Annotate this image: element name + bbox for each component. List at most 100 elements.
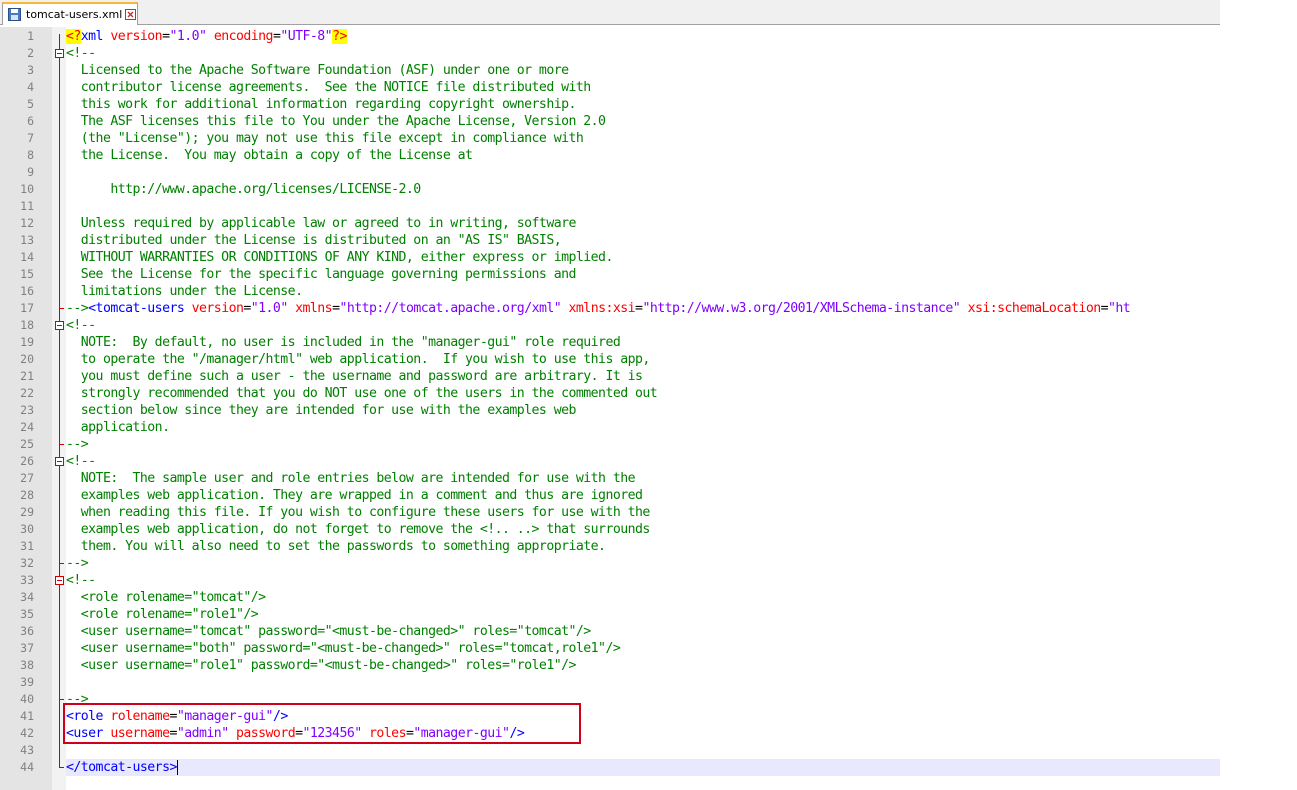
line-number: 11 bbox=[20, 199, 34, 213]
line-number: 12 bbox=[20, 216, 34, 230]
code-token: --> bbox=[66, 437, 89, 452]
line-number: 40 bbox=[20, 692, 34, 706]
current-line-highlight bbox=[66, 759, 1220, 776]
code-line: See the License for the specific languag… bbox=[66, 266, 577, 283]
code-line: NOTE: The sample user and role entries b… bbox=[66, 470, 636, 487]
code-token: strongly recommended that you do NOT use… bbox=[66, 386, 658, 401]
code-token: section below since they are intended fo… bbox=[66, 403, 577, 418]
line-number: 37 bbox=[20, 641, 34, 655]
line-number: 23 bbox=[20, 403, 34, 417]
fold-toggle-icon[interactable] bbox=[55, 457, 64, 466]
line-number: 20 bbox=[20, 352, 34, 366]
line-number: 33 bbox=[20, 573, 34, 587]
code-token: examples web application. They are wrapp… bbox=[66, 488, 643, 503]
code-line: this work for additional information reg… bbox=[66, 96, 577, 113]
line-number: 31 bbox=[20, 539, 34, 553]
code-token: "UTF-8" bbox=[280, 29, 333, 44]
file-tab[interactable]: tomcat-users.xml bbox=[2, 2, 138, 25]
code-token: Licensed to the Apache Software Foundati… bbox=[66, 63, 569, 78]
code-line: <!-- bbox=[66, 317, 96, 334]
code-token: <!-- bbox=[66, 318, 96, 333]
code-token: xmlns bbox=[295, 301, 333, 316]
code-token: version bbox=[191, 301, 244, 316]
fold-toggle-icon[interactable] bbox=[55, 576, 64, 585]
code-token: ?> bbox=[332, 29, 347, 44]
code-line: <!-- bbox=[66, 572, 96, 589]
fold-line bbox=[59, 58, 60, 308]
fold-toggle-icon[interactable] bbox=[55, 49, 64, 58]
code-token: (the "License"); you may not use this fi… bbox=[66, 131, 584, 146]
code-line: strongly recommended that you do NOT use… bbox=[66, 385, 658, 402]
line-number: 15 bbox=[20, 267, 34, 281]
empty-area bbox=[1220, 0, 1297, 790]
code-line: <?xml version="1.0" encoding="UTF-8"?> bbox=[66, 28, 347, 45]
code-text-area[interactable]: <?xml version="1.0" encoding="UTF-8"?> <!… bbox=[66, 27, 1220, 790]
line-number-gutter: 1 2 3 4 5 6 7 8 9 10 11 12 13 14 15 16 17 18 19 20 21 22 23 24 2… bbox=[0, 27, 52, 790]
code-line: http://www.apache.org/licenses/LICENSE-2… bbox=[66, 181, 421, 198]
line-number: 42 bbox=[20, 726, 34, 740]
close-icon[interactable] bbox=[125, 9, 137, 20]
line-number: 10 bbox=[20, 182, 34, 196]
code-line: limitations under the License. bbox=[66, 283, 303, 300]
code-token: <role rolename="tomcat"/> bbox=[66, 590, 266, 605]
line-number: 19 bbox=[20, 335, 34, 349]
line-number: 14 bbox=[20, 250, 34, 264]
line-number: 30 bbox=[20, 522, 34, 536]
code-line: --> bbox=[66, 436, 89, 453]
code-token: <tomcat-users bbox=[88, 301, 185, 316]
code-line: WITHOUT WARRANTIES OR CONDITIONS OF ANY … bbox=[66, 249, 614, 266]
code-line: <user username="tomcat" password="<must-… bbox=[66, 623, 591, 640]
code-line: to operate the "/manager/html" web appli… bbox=[66, 351, 651, 368]
fold-end bbox=[59, 444, 64, 445]
code-line: Licensed to the Apache Software Foundati… bbox=[66, 62, 569, 79]
code-token: NOTE: The sample user and role entries b… bbox=[66, 471, 636, 486]
code-token: encoding bbox=[213, 29, 274, 44]
code-token: <? bbox=[66, 29, 81, 44]
line-number: 43 bbox=[20, 743, 34, 757]
fold-end bbox=[59, 699, 64, 700]
code-line: --> bbox=[66, 555, 89, 572]
code-token: </tomcat-users> bbox=[66, 760, 177, 775]
code-line: <!-- bbox=[66, 453, 96, 470]
line-number: 35 bbox=[20, 607, 34, 621]
code-token: examples web application, do not forget … bbox=[66, 522, 651, 537]
code-token: "ht bbox=[1108, 301, 1131, 316]
code-line: Unless required by applicable law or agr… bbox=[66, 215, 577, 232]
line-number: 28 bbox=[20, 488, 34, 502]
code-token: you must define such a user - the userna… bbox=[66, 369, 643, 384]
code-token: xmlns:xsi bbox=[568, 301, 636, 316]
code-token: <user username="both" password="<must-be… bbox=[66, 641, 621, 656]
code-token: when reading this file. If you wish to c… bbox=[66, 505, 651, 520]
code-token: this work for additional information reg… bbox=[66, 97, 577, 112]
code-token: Unless required by applicable law or agr… bbox=[66, 216, 577, 231]
code-line: them. You will also need to set the pass… bbox=[66, 538, 606, 555]
fold-toggle-icon[interactable] bbox=[55, 321, 64, 330]
code-token: them. You will also need to set the pass… bbox=[66, 539, 606, 554]
code-token: See the License for the specific languag… bbox=[66, 267, 577, 282]
code-token: version bbox=[110, 29, 163, 44]
line-number: 34 bbox=[20, 590, 34, 604]
line-number: 17 bbox=[20, 301, 34, 315]
code-token: --> bbox=[66, 301, 89, 316]
code-line: <user username="both" password="<must-be… bbox=[66, 640, 621, 657]
line-number: 41 bbox=[20, 709, 34, 723]
line-number: 22 bbox=[20, 386, 34, 400]
code-line: distributed under the License is distrib… bbox=[66, 232, 562, 249]
line-number: 44 bbox=[20, 760, 34, 774]
line-number: 7 bbox=[27, 131, 34, 145]
line-number: 5 bbox=[27, 97, 34, 111]
code-token: "http://www.w3.org/2001/XMLSchema-instan… bbox=[642, 301, 961, 316]
code-token: application. bbox=[66, 420, 170, 435]
code-token: WITHOUT WARRANTIES OR CONDITIONS OF ANY … bbox=[66, 250, 614, 265]
line-number: 3 bbox=[27, 63, 34, 77]
code-token: NOTE: By default, no user is included in… bbox=[66, 335, 621, 350]
line-number: 4 bbox=[27, 80, 34, 94]
code-token: <!-- bbox=[66, 46, 96, 61]
tab-filename: tomcat-users.xml bbox=[26, 8, 123, 21]
fold-end bbox=[59, 767, 64, 768]
code-token: xml bbox=[80, 29, 104, 44]
